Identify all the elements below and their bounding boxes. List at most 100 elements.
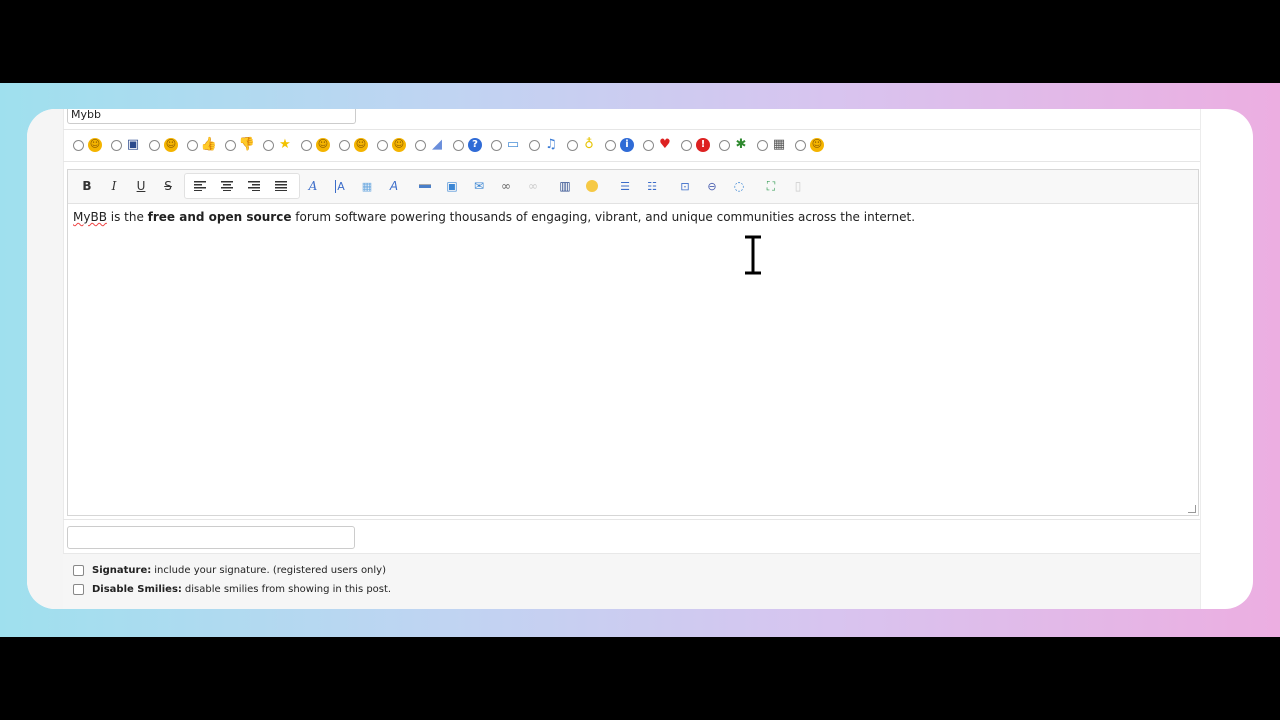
post-icon-radio[interactable] [795, 139, 806, 151]
italic-button[interactable]: I [102, 175, 126, 197]
text-style-group: B I U S [72, 174, 186, 198]
font-color-button[interactable]: ▦ [355, 175, 379, 197]
source-button[interactable]: ▯ [786, 175, 810, 197]
emoticon-button[interactable] [580, 175, 604, 197]
signature-description: include your signature. (registered user… [154, 565, 386, 576]
post-icon-radio[interactable] [567, 139, 578, 151]
post-icon-radio[interactable] [491, 139, 502, 151]
post-icon-radio[interactable] [643, 139, 654, 151]
text-cursor-icon [745, 235, 761, 275]
message-editor: B I U S A A ▦ A ▣ ✉ ∞ ∞ ▥ ☰ ☷ ⊡ ⊖ ◌ ⛶ ▯ … [67, 169, 1199, 516]
disable-smilies-description: disable smilies from showing in this pos… [184, 584, 392, 595]
post-icon-option: ☺ [301, 138, 330, 152]
disable-smilies-option: Disable Smilies: disable smilies from sh… [73, 584, 391, 595]
post-icon-radio[interactable] [605, 139, 616, 151]
post-icon-radio[interactable] [453, 139, 464, 151]
post-icon-option: ! [681, 138, 710, 152]
row-divider [63, 129, 1200, 130]
quote-button[interactable]: ◌ [727, 175, 751, 197]
align-right-icon [248, 181, 260, 191]
color-grid-icon: ▦ [361, 179, 373, 193]
row-divider [63, 519, 1200, 520]
post-icon-option: ▦ [757, 138, 786, 152]
text-field[interactable] [67, 526, 355, 549]
align-right-button[interactable] [242, 175, 266, 197]
email-icon: ✉ [473, 179, 485, 193]
post-icon-radio[interactable] [149, 139, 160, 151]
post-icon-radio[interactable] [719, 139, 730, 151]
underline-button[interactable]: U [129, 175, 153, 197]
subject-input[interactable]: Mybb [67, 109, 356, 124]
editor-resize-handle[interactable] [1188, 505, 1196, 513]
align-center-icon [221, 181, 233, 191]
post-icon-radio[interactable] [301, 139, 312, 151]
numbered-list-icon: ☷ [647, 179, 657, 193]
disable-smilies-checkbox[interactable] [73, 584, 84, 595]
post-icon-radio[interactable] [187, 139, 198, 151]
horizontal-rule-button[interactable] [413, 175, 437, 197]
bug-icon: ✱ [735, 137, 747, 152]
code-button[interactable]: ⊡ [673, 175, 697, 197]
post-icon-option: ★ [263, 138, 292, 152]
form-label-gutter [27, 109, 64, 609]
media-group: ▥ [550, 174, 610, 198]
row-divider [63, 161, 1200, 162]
post-icon-radio[interactable] [757, 139, 768, 151]
post-icon-radio[interactable] [377, 139, 388, 151]
signature-checkbox[interactable] [73, 565, 84, 576]
bold-button[interactable]: B [75, 175, 99, 197]
shocked-icon: ☺ [354, 138, 368, 152]
star-icon: ★ [279, 137, 291, 152]
align-left-button[interactable] [188, 175, 212, 197]
numbered-list-button[interactable]: ☷ [640, 175, 664, 197]
post-icon-option: 👎 [225, 138, 255, 152]
post-form-card: Mybb ☺ ▣ ☺ 👍 👎 ★ ☺ ☺ ☺ ◢? ▭ ♫ ♁ i ♥! ✱ ▦ ☺ B I U S [27, 109, 1253, 609]
post-icon-radio[interactable] [529, 139, 540, 151]
font-size-button[interactable]: A [328, 175, 352, 197]
justify-button[interactable] [269, 175, 293, 197]
post-icon-option: ♁ [567, 138, 596, 152]
post-icon-option: ✱ [719, 138, 748, 152]
maximize-button[interactable]: ⛶ [759, 175, 783, 197]
content-text: forum software powering thousands of eng… [291, 210, 916, 224]
block-group: ⊡ ⊖ ◌ [670, 174, 757, 198]
image-button[interactable]: ▣ [440, 175, 464, 197]
post-icon-option: ▭ [491, 138, 520, 152]
video-button[interactable]: ▥ [553, 175, 577, 197]
bullet-list-button[interactable]: ☰ [613, 175, 637, 197]
editor-content[interactable]: MyBB is the free and open source forum s… [73, 210, 915, 224]
post-icon-radio[interactable] [681, 139, 692, 151]
php-button[interactable]: ⊖ [700, 175, 724, 197]
form-right-edge [1200, 109, 1201, 609]
film-icon: ▦ [772, 137, 786, 152]
image-icon: ▣ [446, 179, 458, 193]
heart-icon: ♥ [659, 137, 671, 152]
code-icon: ⊡ [680, 179, 690, 193]
signature-option: Signature: include your signature. (regi… [73, 565, 386, 576]
link-icon: ∞ [501, 179, 511, 193]
link-button[interactable]: ∞ [494, 175, 518, 197]
post-icon-option: ◢ [415, 138, 444, 152]
email-button[interactable]: ✉ [467, 175, 491, 197]
alignment-group [184, 173, 300, 199]
post-icon-radio[interactable] [111, 139, 122, 151]
signature-label: Signature: [92, 565, 152, 576]
unlink-button[interactable]: ∞ [521, 175, 545, 197]
font-name-button[interactable]: A [301, 175, 325, 197]
strikethrough-button[interactable]: S [156, 175, 180, 197]
remove-format-button[interactable]: A [382, 175, 406, 197]
view-group: ⛶ ▯ [756, 174, 816, 198]
unlink-icon: ∞ [528, 179, 538, 193]
justify-icon [275, 181, 287, 191]
quote-icon: ◌ [733, 179, 745, 193]
post-icon-radio[interactable] [263, 139, 274, 151]
post-icon-radio[interactable] [339, 139, 350, 151]
maximize-icon: ⛶ [766, 178, 776, 193]
post-icon-radio[interactable] [415, 139, 426, 151]
align-center-button[interactable] [215, 175, 239, 197]
post-icon-option: ☺ [73, 138, 102, 152]
post-icon-option: ▣ [111, 138, 140, 152]
post-icon-radio[interactable] [73, 139, 84, 151]
post-icon-radio[interactable] [225, 139, 236, 151]
lightbulb-icon: ♁ [584, 137, 594, 152]
